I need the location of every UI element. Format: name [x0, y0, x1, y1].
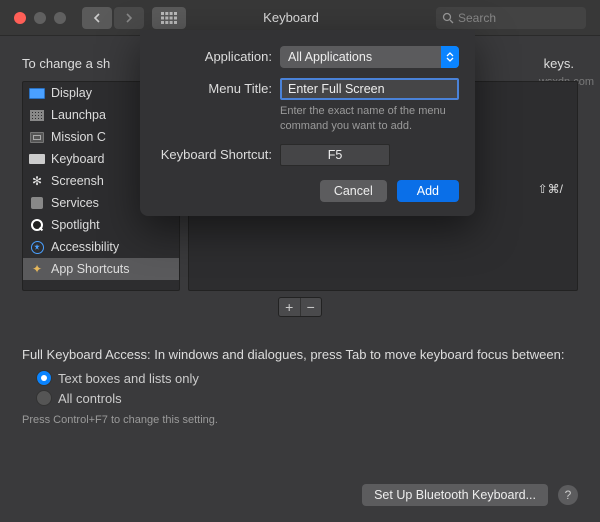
services-icon	[29, 197, 45, 210]
help-button[interactable]: ?	[558, 485, 578, 505]
application-popup[interactable]: All Applications	[280, 46, 459, 68]
zoom-icon[interactable]	[54, 12, 66, 24]
app-shortcuts-icon: ✦	[29, 263, 45, 276]
search-input[interactable]: Search	[436, 7, 586, 29]
minimize-icon[interactable]	[34, 12, 46, 24]
menu-title-value: Enter Full Screen	[288, 82, 385, 96]
forward-button[interactable]	[114, 7, 144, 29]
application-value: All Applications	[288, 50, 372, 64]
add-button[interactable]: +	[279, 298, 301, 316]
add-shortcut-button[interactable]: Add	[397, 180, 459, 202]
application-label: Application:	[156, 46, 280, 64]
display-icon	[29, 87, 45, 100]
sidebar-item-label: Launchpa	[51, 108, 106, 122]
add-shortcut-sheet: Application: All Applications Menu Title…	[140, 30, 475, 216]
radio-label: Text boxes and lists only	[58, 371, 199, 386]
remove-button[interactable]: −	[301, 298, 322, 316]
sidebar-item-spotlight[interactable]: Spotlight	[23, 214, 179, 236]
radio-label: All controls	[58, 391, 122, 406]
back-button[interactable]	[82, 7, 112, 29]
sidebar-item-label: Keyboard	[51, 152, 105, 166]
launchpad-icon	[29, 109, 45, 122]
shortcut-value: F5	[328, 148, 343, 162]
fka-hint: Press Control+F7 to change this setting.	[22, 414, 578, 426]
setup-bluetooth-button[interactable]: Set Up Bluetooth Keyboard...	[362, 484, 548, 506]
sidebar-item-label: App Shortcuts	[51, 262, 130, 276]
menu-title-field[interactable]: Enter Full Screen	[280, 78, 459, 100]
close-icon[interactable]	[14, 12, 26, 24]
sidebar-item-label: Screensh	[51, 174, 104, 188]
sidebar-item-label: Mission C	[51, 130, 106, 144]
radio-on-icon	[36, 370, 52, 386]
add-remove-buttons: + −	[278, 297, 322, 317]
cancel-button[interactable]: Cancel	[320, 180, 387, 202]
shortcut-display: ⇧⌘/	[538, 182, 563, 196]
keyboard-icon	[29, 153, 45, 166]
sidebar-item-accessibility[interactable]: Accessibility	[23, 236, 179, 258]
traffic-lights	[14, 12, 66, 24]
radio-text-boxes[interactable]: Text boxes and lists only	[36, 370, 578, 386]
accessibility-icon	[29, 241, 45, 254]
shortcut-label: Keyboard Shortcut:	[156, 147, 280, 162]
menu-title-hint: Enter the exact name of the menu command…	[280, 104, 459, 134]
sidebar-item-label: Accessibility	[51, 240, 119, 254]
fka-title: Full Keyboard Access: In windows and dia…	[22, 347, 578, 362]
radio-off-icon	[36, 390, 52, 406]
spotlight-icon	[29, 219, 45, 232]
screenshot-icon: ✻	[29, 175, 45, 188]
mission-control-icon	[29, 131, 45, 144]
sidebar-item-label: Spotlight	[51, 218, 100, 232]
page-title: Keyboard	[146, 10, 436, 25]
menu-title-label: Menu Title:	[156, 78, 280, 96]
sidebar-item-label: Services	[51, 196, 99, 210]
search-icon	[442, 12, 454, 24]
sidebar-item-label: Display	[51, 86, 92, 100]
shortcut-field[interactable]: F5	[280, 144, 390, 166]
sidebar-item-app-shortcuts[interactable]: ✦ App Shortcuts	[23, 258, 179, 280]
radio-all-controls[interactable]: All controls	[36, 390, 578, 406]
chevron-up-down-icon	[441, 46, 459, 68]
search-placeholder: Search	[458, 11, 496, 25]
